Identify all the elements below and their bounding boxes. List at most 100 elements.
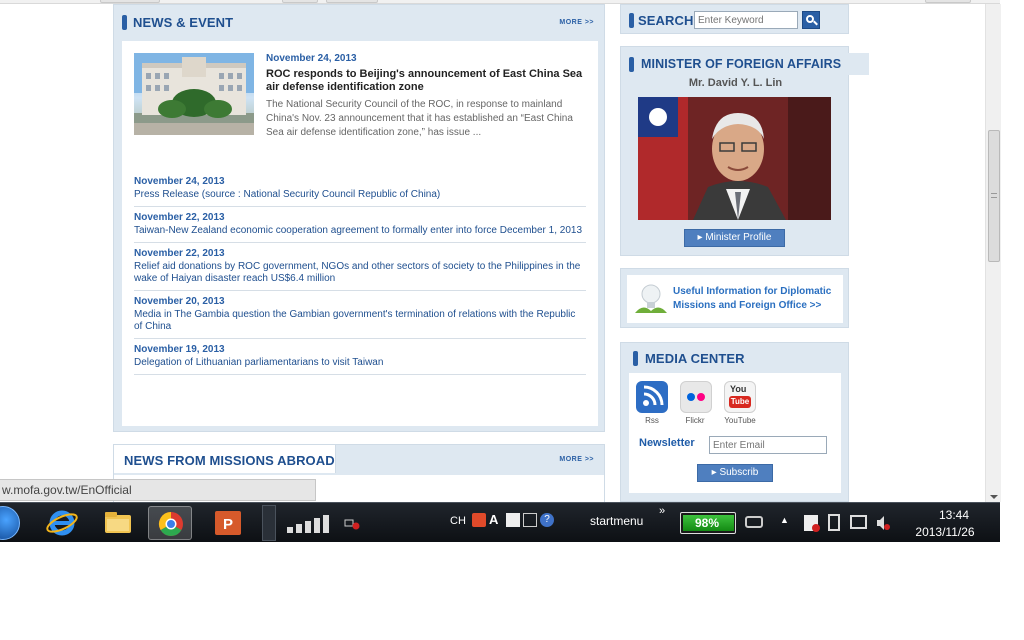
network-icon[interactable] bbox=[850, 515, 867, 529]
email-field[interactable] bbox=[709, 436, 827, 454]
ime-font-icon[interactable]: A bbox=[489, 513, 503, 527]
news-event-title: NEWS & EVENT bbox=[133, 15, 234, 30]
news-link[interactable]: Press Release (source : National Securit… bbox=[134, 189, 586, 201]
news-event-panel: NEWS & EVENT MORE >> November 24, 2013 R… bbox=[113, 4, 605, 432]
power-plug-icon[interactable] bbox=[745, 516, 763, 528]
minister-panel: MINISTER OF FOREIGN AFFAIRS Mr. David Y.… bbox=[620, 46, 869, 256]
heading-bar-icon bbox=[629, 13, 634, 28]
useful-info-line1: Useful Information for Diplomatic bbox=[673, 286, 832, 297]
svg-text:P: P bbox=[223, 516, 233, 533]
browser-tab[interactable] bbox=[282, 0, 318, 3]
minister-photo[interactable] bbox=[638, 97, 831, 220]
folder-icon[interactable] bbox=[96, 506, 140, 540]
signal-strength-icon bbox=[285, 507, 333, 539]
browser-tab[interactable] bbox=[925, 0, 971, 3]
featured-news-date: November 24, 2013 bbox=[266, 53, 357, 64]
news-date: November 19, 2013 bbox=[134, 344, 225, 355]
news-event-header: NEWS & EVENT bbox=[122, 15, 233, 30]
heading-bar-icon bbox=[629, 57, 634, 72]
browser-tab[interactable] bbox=[100, 0, 160, 3]
rss-label[interactable]: Rss bbox=[632, 416, 672, 425]
scroll-down-icon[interactable] bbox=[990, 495, 998, 499]
media-center-title: MEDIA CENTER bbox=[645, 351, 745, 366]
minister-title: MINISTER OF FOREIGN AFFAIRS bbox=[641, 57, 842, 71]
ime-app-icon[interactable] bbox=[472, 513, 486, 527]
vertical-scrollbar[interactable] bbox=[985, 4, 1001, 502]
missions-title: NEWS FROM MISSIONS ABROAD bbox=[124, 453, 335, 468]
toolbar-expand-icon[interactable]: » bbox=[659, 505, 665, 517]
ime-keyboard-icon[interactable] bbox=[523, 513, 537, 527]
news-list-container: November 24, 2013 ROC responds to Beijin… bbox=[122, 41, 598, 426]
search-icon-handle bbox=[813, 20, 818, 26]
screen: NEWS & EVENT MORE >> November 24, 2013 R… bbox=[0, 0, 1024, 640]
flickr-icon[interactable] bbox=[680, 381, 712, 413]
scrollbar-thumb[interactable] bbox=[988, 130, 1000, 262]
lightbulb-icon bbox=[635, 284, 667, 313]
news-date: November 20, 2013 bbox=[134, 296, 225, 307]
web-page: NEWS & EVENT MORE >> November 24, 2013 R… bbox=[0, 4, 985, 502]
search-button[interactable] bbox=[802, 11, 820, 29]
ime-mode-icon[interactable] bbox=[506, 513, 520, 527]
clock-date[interactable]: 2013/11/26 bbox=[904, 525, 986, 539]
action-center-icon[interactable] bbox=[804, 515, 820, 532]
news-link[interactable]: Taiwan-New Zealand economic cooperation … bbox=[134, 225, 586, 237]
internet-explorer-icon[interactable] bbox=[40, 506, 84, 540]
chrome-glyph bbox=[158, 512, 183, 537]
news-link[interactable]: Delegation of Lithuanian parliamentarian… bbox=[134, 357, 586, 369]
news-link[interactable]: Relief aid donations by ROC government, … bbox=[134, 261, 586, 285]
news-date: November 22, 2013 bbox=[134, 212, 225, 223]
startmenu-toolbar[interactable]: startmenu bbox=[590, 514, 643, 528]
start-orb-icon[interactable] bbox=[0, 506, 20, 540]
usb-device-icon[interactable] bbox=[828, 514, 840, 531]
youtube-icon[interactable]: You Tube bbox=[724, 381, 756, 413]
volume-muted-icon[interactable] bbox=[876, 515, 890, 531]
news-date: November 24, 2013 bbox=[134, 176, 225, 187]
subscribe-label: Subscrib bbox=[719, 467, 759, 478]
status-bar-url: w.mofa.gov.tw/EnOfficial bbox=[0, 479, 316, 501]
heading-bar-icon bbox=[122, 15, 127, 30]
battery-indicator[interactable]: 98% bbox=[680, 512, 736, 534]
news-list: November 24, 2013 Press Release (source … bbox=[134, 171, 586, 375]
missions-tab[interactable]: NEWS FROM MISSIONS ABROAD bbox=[114, 445, 336, 473]
powerpoint-icon[interactable]: P bbox=[206, 506, 250, 540]
folder-glyph bbox=[105, 512, 131, 533]
news-link[interactable]: Media in The Gambia question the Gambian… bbox=[134, 309, 586, 333]
featured-news: November 24, 2013 ROC responds to Beijin… bbox=[134, 53, 586, 153]
grip-icon bbox=[991, 193, 997, 198]
subscribe-button[interactable]: ▸ Subscrib bbox=[697, 464, 773, 482]
chrome-icon[interactable] bbox=[148, 506, 192, 540]
heading-bar-icon bbox=[633, 351, 638, 366]
missions-more-link[interactable]: MORE >> bbox=[559, 456, 594, 463]
minister-portrait bbox=[638, 97, 831, 220]
minister-profile-button[interactable]: ▸ Minister Profile bbox=[684, 229, 785, 247]
featured-news-title[interactable]: ROC responds to Beijing's announcement o… bbox=[266, 68, 586, 94]
useful-info-link[interactable]: Useful Information for Diplomatic Missio… bbox=[627, 275, 843, 323]
featured-news-image[interactable] bbox=[134, 53, 254, 135]
list-item: November 22, 2013 Taiwan-New Zealand eco… bbox=[134, 207, 586, 243]
useful-info-line2: Missions and Foreign Office >> bbox=[673, 300, 822, 311]
ime-toolbar[interactable]: A ? bbox=[472, 513, 568, 531]
flickr-label[interactable]: Flickr bbox=[675, 416, 715, 425]
newsletter-label: Newsletter bbox=[639, 437, 695, 449]
minister-profile-label: Minister Profile bbox=[705, 232, 772, 243]
ie-glyph bbox=[46, 510, 78, 536]
rss-icon-glyph bbox=[643, 385, 664, 406]
minister-header: MINISTER OF FOREIGN AFFAIRS bbox=[621, 53, 869, 75]
no-network-icon[interactable] bbox=[344, 517, 360, 530]
search-input[interactable] bbox=[694, 11, 798, 29]
flickr-icon-glyph bbox=[687, 393, 705, 401]
list-item: November 20, 2013 Media in The Gambia qu… bbox=[134, 291, 586, 339]
youtube-label[interactable]: YouTube bbox=[720, 416, 760, 425]
tray-expand-icon[interactable]: ▲ bbox=[780, 515, 789, 525]
news-more-link[interactable]: MORE >> bbox=[559, 19, 594, 26]
taskbar-scroller[interactable] bbox=[262, 505, 276, 541]
rss-icon[interactable] bbox=[636, 381, 668, 413]
volume-glyph bbox=[877, 516, 890, 530]
language-indicator[interactable]: CH bbox=[450, 515, 466, 527]
list-item: November 22, 2013 Relief aid donations b… bbox=[134, 243, 586, 291]
clock-time[interactable]: 13:44 bbox=[924, 508, 984, 522]
youtube-logo-top: You bbox=[730, 384, 747, 394]
media-center-panel: MEDIA CENTER Rss Flickr You Tube YouTube… bbox=[620, 342, 849, 502]
browser-tab[interactable] bbox=[326, 0, 378, 3]
help-icon[interactable]: ? bbox=[540, 513, 554, 527]
